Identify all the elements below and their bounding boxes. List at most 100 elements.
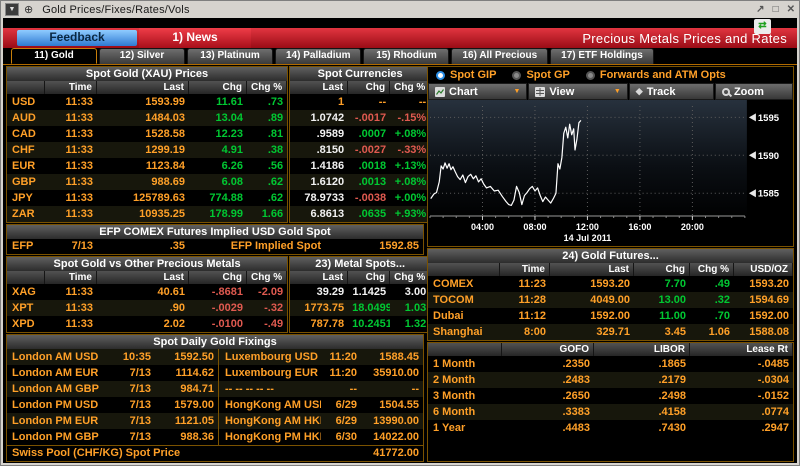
rates-rows: 1 Month.2350.1865-.04852 Month.2483.2179… [428,356,793,436]
tab-15-rhodium[interactable]: 15) Rhodium [363,48,449,64]
table-row[interactable]: 6.8613.0635+.93% [290,206,430,222]
table-row[interactable]: London PM EUR7/131121.05HongKong AM HKD6… [7,413,423,429]
fixings-panel: Spot Daily Gold Fixings London AM USD10:… [6,334,424,462]
cell: 1.4186 [290,158,348,174]
swiss-pool-row[interactable]: Swiss Pool (CHF/KG) Spot Price 41772.00 [7,445,423,461]
chart-button[interactable]: Chart ▼ [428,83,527,100]
radio-dot-icon [436,71,445,80]
cell: .4158 [594,404,690,420]
table-row[interactable]: GBP11:33988.696.08.62 [7,174,287,190]
cell: London PM USD [7,397,113,413]
table-row[interactable]: London AM GBP7/13984.71-- -- -- -- -----… [7,381,423,397]
table-row[interactable]: London PM USD7/131579.00HongKong AM USD6… [7,397,423,413]
track-button[interactable]: ◆ Track [629,83,714,100]
news-button[interactable]: 1) News [139,28,251,48]
tab-12-silver[interactable]: 12) Silver [99,48,185,64]
view-button[interactable]: View ▼ [528,83,627,100]
metal-spots-rows: 39.291.14253.001773.7518.04991.03787.781… [290,284,430,332]
tab-16-all-precious[interactable]: 16) All Precious [451,48,548,64]
cell: .0007 [348,126,390,142]
radio-spot-gip[interactable]: Spot GIP [436,69,496,81]
table-row[interactable]: EUR11:331123.846.26.56 [7,158,287,174]
radio-dot-icon [586,71,595,80]
cell: -.8681 [189,284,247,300]
table-row[interactable]: 1.6120.0013+.08% [290,174,430,190]
table-row[interactable]: AUD11:331484.0313.04.89 [7,110,287,126]
table-row[interactable]: London AM EUR7/131114.62Luxembourg EUR11… [7,365,423,381]
cell: +.00% [390,190,430,206]
cell: .62 [247,174,287,190]
col-header [428,343,502,356]
table-row[interactable]: XPD11:332.02-.0100-.49 [7,316,287,332]
table-row[interactable]: 39.291.14253.00 [290,284,430,300]
terminal-content: ⇄ Feedback 1) News Precious Metals Price… [1,18,799,465]
table-row[interactable]: 1773.7518.04991.03 [290,300,430,316]
export-icon[interactable]: ⇄ [754,19,771,34]
table-row[interactable]: 1.4186.0018+.13% [290,158,430,174]
efp-implied-label: EFP Implied Spot [189,239,331,254]
window-menu-icon[interactable]: ▼ [5,3,19,16]
cell: 11:23 [500,276,550,292]
cell: 2 Month [428,372,502,388]
close-icon[interactable]: ✕ [787,4,795,15]
feedback-button[interactable]: Feedback [17,30,137,46]
maximize-icon[interactable]: □ [773,4,779,15]
table-row[interactable]: USD11:331593.9911.61.73 [7,94,287,110]
table-row[interactable]: Dubai11:121592.0011.00.701592.00 [428,308,793,324]
table-row[interactable]: .9589.0007+.08% [290,126,430,142]
cell: 11:33 [45,110,97,126]
cell: 12.23 [189,126,247,142]
cell: .2179 [594,372,690,388]
intraday-gold-chart[interactable]: 04:0008:0012:0016:0020:0014 Jul 20111585… [428,100,793,246]
table-row[interactable]: XAG11:3340.61-.8681-2.09 [7,284,287,300]
zoom-button[interactable]: Zoom [715,83,793,100]
cell: 1504.55 [361,397,423,413]
cell: 1773.75 [290,300,348,316]
table-row[interactable]: CAD11:331528.5812.23.81 [7,126,287,142]
cell: Luxembourg EUR [219,365,321,381]
target-icon[interactable]: ⊕ [24,3,33,16]
table-row[interactable]: CHF11:331299.194.91.38 [7,142,287,158]
table-row[interactable]: JPY11:33125789.63774.88.62 [7,190,287,206]
table-row[interactable]: 1 Month.2350.1865-.0485 [428,356,793,372]
cell: .89 [247,110,287,126]
tab-17-etf-holdings[interactable]: 17) ETF Holdings [550,48,654,64]
table-row[interactable]: London AM USD10:351592.50Luxembourg USD1… [7,349,423,365]
cell: 1123.84 [97,158,189,174]
efp-row[interactable]: EFP 7/13 .35 EFP Implied Spot 1592.85 [7,239,423,254]
table-row[interactable]: 2 Month.2483.2179-.0304 [428,372,793,388]
metal-spots-header-button[interactable]: 23) Metal Spots... [290,257,430,271]
table-row[interactable]: 787.7810.24511.32 [290,316,430,332]
table-row[interactable]: XPT11:33.90-.0029-.32 [7,300,287,316]
cell: 11:20 [321,365,361,381]
table-row[interactable]: 6 Month.3383.4158.0774 [428,404,793,420]
cell: .38 [247,142,287,158]
tab-14-palladium[interactable]: 14) Palladium [275,48,361,64]
table-row[interactable]: 1---- [290,94,430,110]
table-row[interactable]: London PM GBP7/13988.36HongKong PM HKD6/… [7,429,423,445]
table-row[interactable]: COMEX11:231593.207.70.491593.20 [428,276,793,292]
radio-spot-gp[interactable]: Spot GP [512,69,569,81]
table-row[interactable]: 3 Month.2650.2498-.0152 [428,388,793,404]
track-diamond-icon: ◆ [636,86,643,97]
tab-11-gold[interactable]: 11) Gold [11,48,97,64]
table-row[interactable]: 1 Year.4483.7430.2947 [428,420,793,436]
left-column: Spot Gold (XAU) Prices Time Last Chg Chg… [6,66,424,463]
table-row[interactable]: ZAR11:3310935.25178.991.66 [7,206,287,222]
restore-icon[interactable]: ↗ [756,4,764,15]
track-button-label: Track [647,86,676,98]
cell: 1.32 [390,316,430,332]
tab-13-platinum[interactable]: 13) Platinum [187,48,273,64]
efp-implied-value: 1592.85 [331,239,423,254]
cell: .2483 [502,372,594,388]
table-row[interactable]: Shanghai8:00329.713.451.061588.08 [428,324,793,340]
table-row[interactable]: 78.9733-.0038+.00% [290,190,430,206]
cell: +.08% [390,126,430,142]
efp-panel: EFP COMEX Futures Implied USD Gold Spot … [6,224,424,255]
table-row[interactable]: .8150-.0027-.33% [290,142,430,158]
cell: 11:33 [45,142,97,158]
table-row[interactable]: TOCOM11:284049.0013.00.321594.69 [428,292,793,308]
gold-futures-header-button[interactable]: 24) Gold Futures... [428,249,793,263]
radio-forwards-atm-opts[interactable]: Forwards and ATM Opts [586,69,726,81]
table-row[interactable]: 1.0742-.0017-.15% [290,110,430,126]
